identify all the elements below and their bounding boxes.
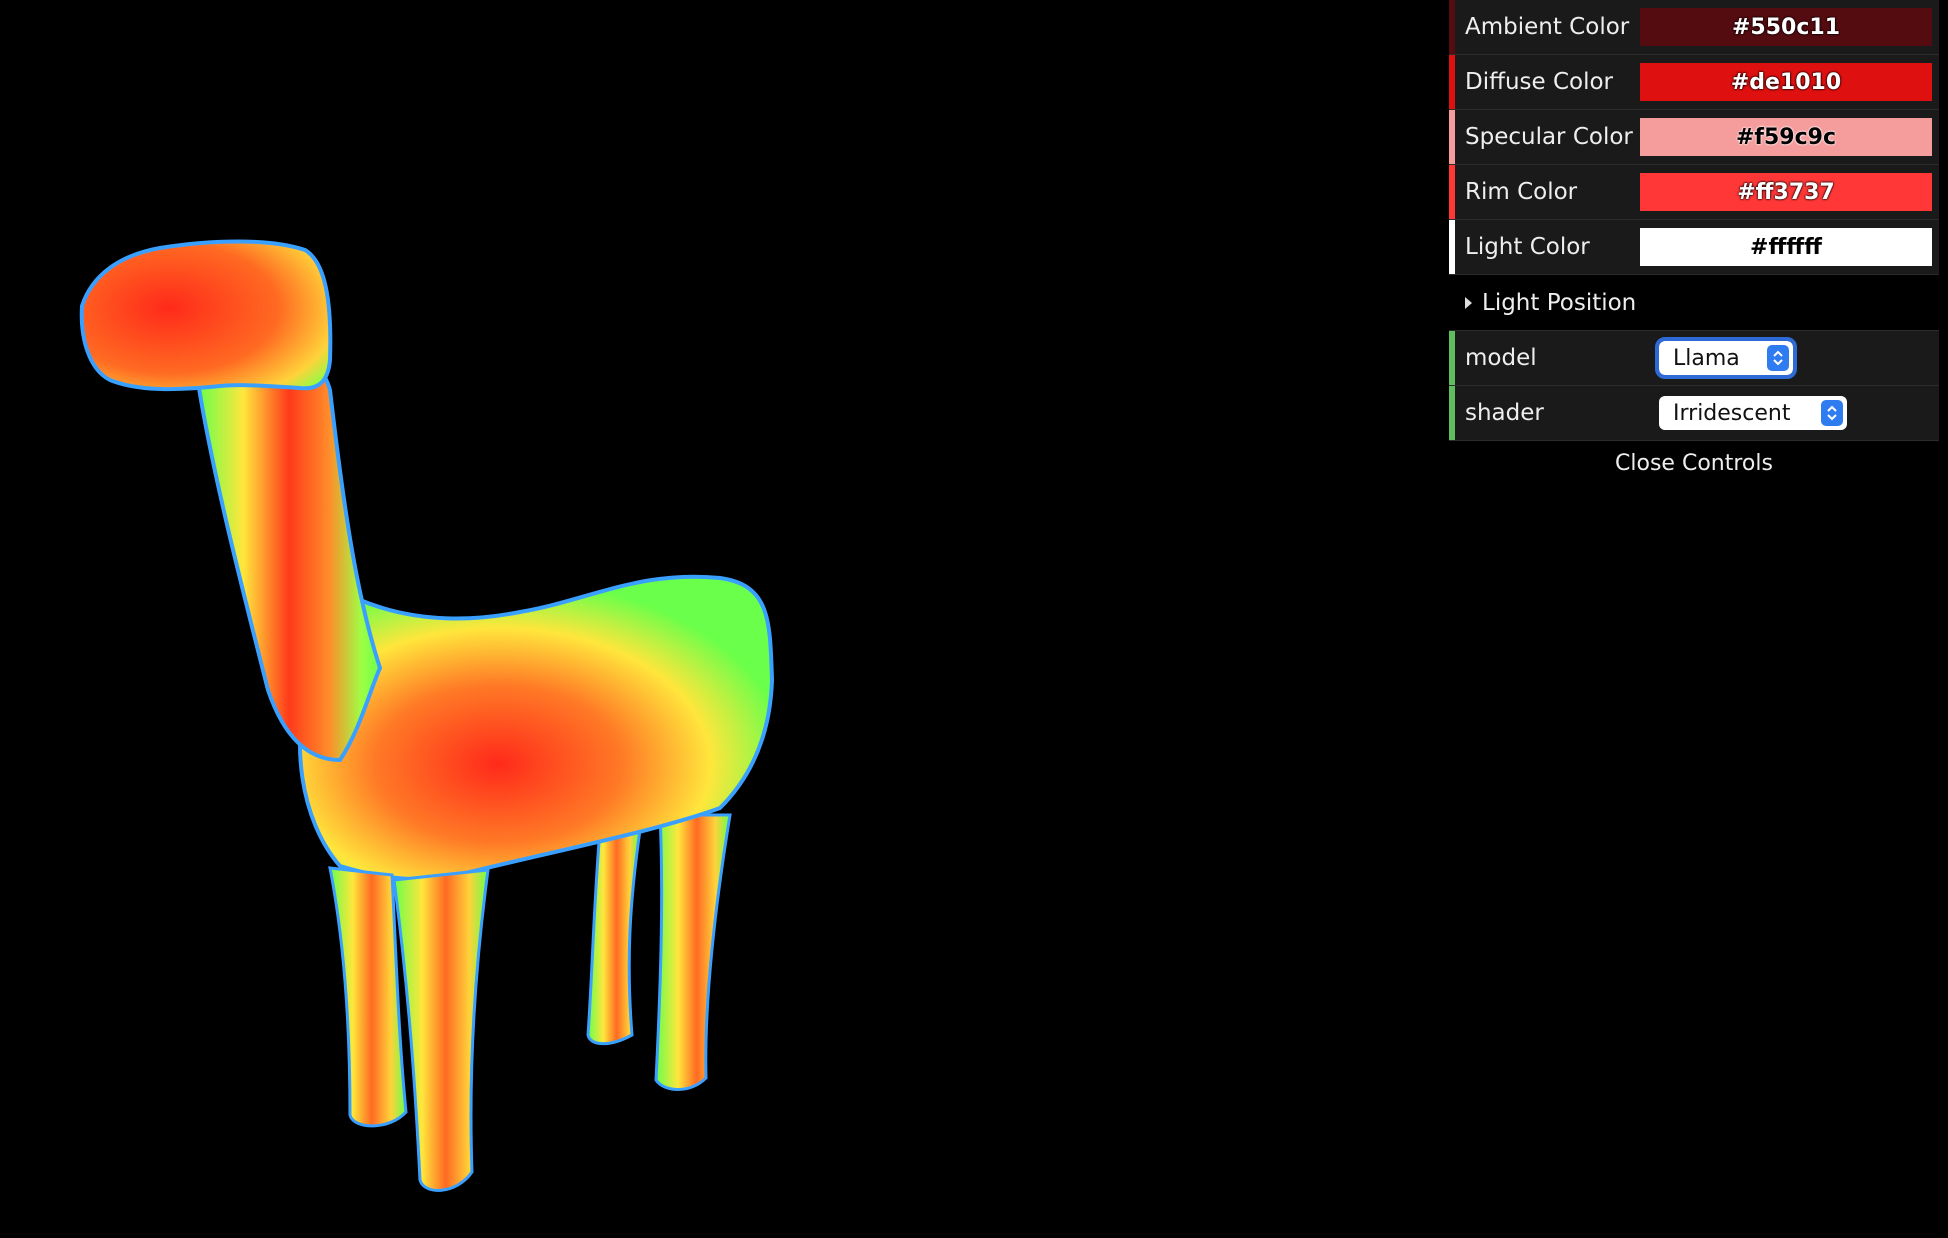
row-stripe	[1449, 110, 1455, 164]
model-select-value: Llama	[1673, 345, 1740, 371]
color-swatch-input[interactable]: #ff3737	[1640, 173, 1932, 211]
back-leg-left	[586, 828, 642, 1046]
shader-label: shader	[1465, 400, 1544, 426]
row-stripe	[1449, 55, 1455, 109]
back-leg-right	[654, 813, 732, 1091]
color-label: Rim Color	[1465, 179, 1578, 205]
color-label: Ambient Color	[1465, 14, 1630, 40]
color-label: Light Color	[1465, 234, 1590, 260]
triangle-right-icon	[1465, 296, 1472, 309]
color-swatch-input[interactable]: #de1010	[1640, 63, 1932, 101]
color-swatch-input[interactable]: #f59c9c	[1640, 118, 1932, 156]
color-row: Diffuse Color #de1010	[1449, 55, 1939, 110]
folder-light-position[interactable]: Light Position	[1449, 275, 1939, 331]
folder-label: Light Position	[1482, 289, 1637, 316]
close-controls-button[interactable]: Close Controls	[1449, 441, 1939, 485]
shader-select-value: Irridescent	[1673, 400, 1791, 426]
row-stripe	[1449, 0, 1455, 54]
color-row: Rim Color #ff3737	[1449, 165, 1939, 220]
color-swatch-input[interactable]: #550c11	[1640, 8, 1932, 46]
model-label: model	[1465, 345, 1537, 371]
row-stripe	[1449, 386, 1455, 440]
shader-row: shader Irridescent	[1449, 386, 1939, 441]
color-row: Specular Color #f59c9c	[1449, 110, 1939, 165]
shader-select[interactable]: Irridescent	[1659, 396, 1847, 430]
row-stripe	[1449, 165, 1455, 219]
color-label: Specular Color	[1465, 124, 1633, 150]
color-label: Diffuse Color	[1465, 69, 1614, 95]
color-row: Ambient Color #550c11	[1449, 0, 1939, 55]
color-row: Light Color #ffffff	[1449, 220, 1939, 275]
row-stripe	[1449, 220, 1455, 274]
neck	[195, 354, 383, 763]
color-swatch-input[interactable]: #ffffff	[1640, 228, 1932, 266]
controls-panel: Ambient Color #550c11 Diffuse Color #de1010…	[1449, 0, 1939, 485]
model-row: model Llama	[1449, 331, 1939, 386]
select-arrows-icon	[1821, 400, 1843, 426]
front-leg-left	[328, 866, 408, 1128]
model-select[interactable]: Llama	[1655, 337, 1797, 379]
row-stripe	[1449, 331, 1455, 385]
head	[79, 239, 333, 392]
select-arrows-icon	[1767, 345, 1789, 371]
front-leg-right	[392, 868, 490, 1192]
